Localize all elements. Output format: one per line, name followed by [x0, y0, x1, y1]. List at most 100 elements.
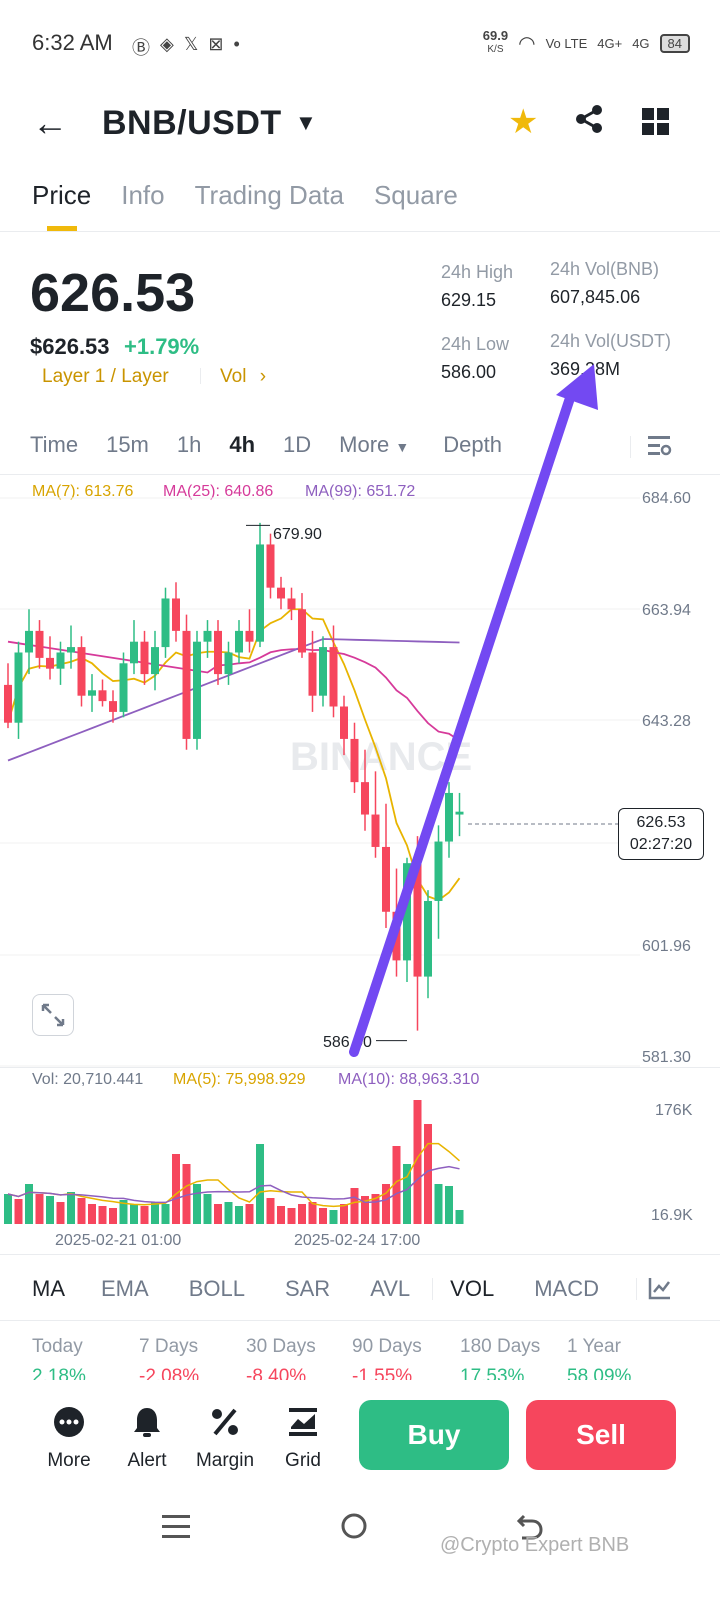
volume-bar	[14, 1199, 23, 1224]
volume-bar	[25, 1184, 33, 1224]
margin-percent-icon	[190, 1404, 260, 1440]
candle-countdown: 02:27:20	[629, 836, 693, 853]
candle	[214, 630, 222, 675]
indicator-divider	[636, 1278, 637, 1300]
volume-bar	[214, 1204, 222, 1224]
x-axis-label: 2025-02-24 17:00	[294, 1232, 421, 1249]
volume-bar	[235, 1206, 243, 1224]
candle	[245, 630, 254, 642]
candle	[193, 641, 201, 739]
candle	[182, 630, 191, 739]
candle	[119, 663, 128, 712]
indicator-boll[interactable]: BOLL	[189, 1276, 245, 1302]
candle	[413, 863, 422, 977]
candle	[371, 814, 380, 847]
candle	[445, 792, 453, 842]
candle	[277, 587, 285, 599]
volume-bar	[130, 1204, 138, 1224]
candle	[455, 811, 464, 815]
candle	[25, 630, 33, 653]
perf-value: 2.18%	[32, 1366, 86, 1380]
indicator-sar[interactable]: SAR	[285, 1276, 330, 1302]
perf-value: -1.55%	[352, 1366, 413, 1380]
grid-trading-icon	[268, 1404, 338, 1440]
high-marker: 679.90	[273, 526, 322, 543]
volume-bar	[88, 1204, 96, 1224]
indicator-divider	[432, 1278, 433, 1300]
candle	[308, 652, 317, 696]
recent-apps-icon[interactable]	[162, 1512, 190, 1545]
candle	[151, 647, 159, 675]
volume-bar	[329, 1210, 338, 1224]
indicator-settings-icon[interactable]	[648, 1276, 672, 1305]
alert-button[interactable]: Alert	[112, 1404, 182, 1472]
indicator-ema[interactable]: EMA	[101, 1276, 149, 1302]
candle	[329, 647, 338, 707]
perf-value: -2.08%	[139, 1366, 200, 1380]
author-watermark: @Crypto Expert BNB	[440, 1534, 630, 1556]
volume-axis-label: 16.9K	[651, 1207, 693, 1224]
divider	[0, 1254, 720, 1255]
volume-bar	[308, 1202, 317, 1224]
margin-label: Margin	[195, 1450, 255, 1471]
perf-value: 58.09%	[567, 1366, 632, 1380]
candle	[235, 630, 243, 653]
volume-bar	[98, 1206, 107, 1224]
volume-bar	[140, 1206, 149, 1224]
margin-button[interactable]: Margin	[190, 1404, 260, 1472]
more-button[interactable]: More	[34, 1404, 104, 1472]
ma25-line	[7, 640, 460, 742]
candle	[77, 647, 86, 696]
volume-bar	[245, 1204, 254, 1224]
vol-ma5-label: MA(5): 75,998.929	[173, 1071, 306, 1088]
candle	[172, 598, 180, 631]
candle	[130, 641, 138, 664]
more-dots-icon	[34, 1404, 104, 1440]
candle	[361, 782, 369, 815]
candle	[224, 652, 233, 675]
fullscreen-button[interactable]	[32, 994, 74, 1036]
candle	[4, 684, 12, 723]
volume-bar	[46, 1196, 54, 1224]
volume-bar	[340, 1204, 348, 1224]
indicator-bar: MA EMA BOLL SAR AVL VOL MACD	[32, 1276, 599, 1302]
candle	[403, 863, 411, 961]
grid-label: Grid	[285, 1450, 321, 1471]
chart-watermark: BINANCE	[290, 735, 472, 779]
candle	[161, 598, 170, 648]
candle	[109, 701, 117, 712]
volume-bar	[266, 1198, 275, 1224]
volume-bar	[35, 1194, 44, 1224]
low-marker: 586.00	[323, 1034, 372, 1051]
candle	[287, 598, 296, 610]
volume-bar	[455, 1210, 464, 1224]
indicator-avl[interactable]: AVL	[370, 1276, 410, 1302]
volume-bar	[56, 1202, 65, 1224]
indicator-ma[interactable]: MA	[32, 1276, 65, 1302]
volume-bar	[445, 1186, 453, 1224]
candle	[14, 652, 23, 723]
candle	[67, 647, 75, 653]
indicator-macd[interactable]: MACD	[534, 1276, 599, 1302]
perf-label: 30 Days	[246, 1336, 316, 1357]
more-label: More	[47, 1450, 91, 1471]
volume-bar	[4, 1194, 12, 1224]
home-icon[interactable]	[340, 1512, 368, 1545]
candle	[382, 846, 390, 912]
volume-bar	[77, 1198, 86, 1224]
candle	[203, 630, 212, 642]
alert-label: Alert	[127, 1450, 167, 1471]
volume-bar	[172, 1154, 180, 1224]
indicator-vol[interactable]: VOL	[450, 1276, 494, 1302]
candle	[434, 841, 443, 901]
volume-bar	[350, 1188, 359, 1224]
grid-button[interactable]: Grid	[268, 1404, 338, 1472]
perf-label: 180 Days	[460, 1336, 541, 1357]
buy-button[interactable]: Buy	[359, 1400, 509, 1470]
sell-button[interactable]: Sell	[526, 1400, 676, 1470]
perf-value: 17.53%	[460, 1366, 525, 1380]
volume-bar	[298, 1204, 306, 1224]
candle	[298, 609, 306, 653]
candle	[88, 690, 96, 696]
candle	[340, 706, 348, 739]
